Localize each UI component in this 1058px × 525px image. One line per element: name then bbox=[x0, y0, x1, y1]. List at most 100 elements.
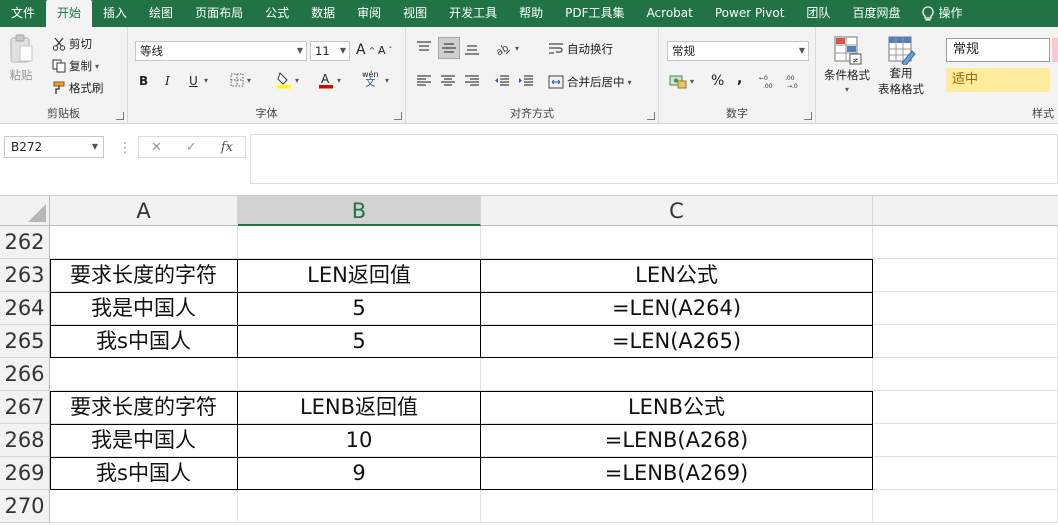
row-header[interactable]: 266 bbox=[0, 358, 50, 391]
cell-a[interactable]: 我s中国人 bbox=[50, 325, 238, 358]
cell-b[interactable]: LEN返回值 bbox=[238, 259, 481, 292]
cell-d[interactable] bbox=[873, 259, 1058, 292]
cell-b[interactable]: 10 bbox=[238, 424, 481, 457]
column-header-d[interactable] bbox=[873, 196, 1058, 226]
tab-review[interactable]: 审阅 bbox=[346, 0, 392, 27]
tab-view[interactable]: 视图 bbox=[392, 0, 438, 27]
tab-draw[interactable]: 绘图 bbox=[138, 0, 184, 27]
row-header[interactable]: 264 bbox=[0, 292, 50, 325]
orientation-button[interactable]: ab ▾ bbox=[494, 40, 519, 56]
cancel-entry-button[interactable]: ✕ bbox=[151, 140, 162, 155]
cell-b[interactable]: LENB返回值 bbox=[238, 391, 481, 424]
borders-button[interactable]: ▾ bbox=[230, 73, 251, 87]
paste-button[interactable]: 粘贴 bbox=[8, 33, 34, 83]
tab-page-layout[interactable]: 页面布局 bbox=[184, 0, 254, 27]
italic-button[interactable]: I bbox=[165, 74, 170, 88]
phonetic-guide-button[interactable]: wén 文 bbox=[362, 70, 379, 89]
tab-data[interactable]: 数据 bbox=[300, 0, 346, 27]
row-header[interactable]: 265 bbox=[0, 325, 50, 358]
column-header-c[interactable]: C bbox=[481, 196, 873, 226]
tab-formulas[interactable]: 公式 bbox=[254, 0, 300, 27]
fill-color-button[interactable]: ▾ bbox=[276, 71, 299, 89]
row-header[interactable]: 269 bbox=[0, 457, 50, 490]
cut-button[interactable]: 剪切 bbox=[52, 36, 92, 52]
cell-c[interactable]: =LEN(A265) bbox=[481, 325, 873, 358]
cell-c[interactable]: LENB公式 bbox=[481, 391, 873, 424]
decrease-indent-button[interactable] bbox=[494, 74, 510, 88]
align-bottom-button[interactable] bbox=[464, 41, 480, 55]
row-header[interactable]: 268 bbox=[0, 424, 50, 457]
column-header-a[interactable]: A bbox=[50, 196, 238, 226]
cell-d[interactable] bbox=[873, 325, 1058, 358]
insert-function-button[interactable]: fx bbox=[221, 140, 233, 155]
conditional-formatting-button[interactable]: ≠ 条件格式 ▾ bbox=[824, 35, 870, 94]
cell-c[interactable]: =LENB(A268) bbox=[481, 424, 873, 457]
cell-b[interactable]: 9 bbox=[238, 457, 481, 490]
clipboard-dialog-launcher[interactable] bbox=[116, 112, 124, 120]
column-header-b[interactable]: B bbox=[238, 196, 481, 226]
row-header[interactable]: 263 bbox=[0, 259, 50, 292]
style-bad-swatch[interactable] bbox=[1052, 38, 1058, 62]
increase-decimal-button[interactable]: ←0.00 bbox=[759, 73, 779, 89]
accounting-format-button[interactable]: ▾ bbox=[669, 73, 694, 89]
confirm-entry-button[interactable]: ✓ bbox=[186, 140, 197, 155]
align-center-button[interactable] bbox=[440, 74, 456, 88]
tab-file[interactable]: 文件 bbox=[0, 0, 46, 27]
increase-indent-button[interactable] bbox=[518, 74, 534, 88]
cell-a[interactable] bbox=[50, 490, 238, 523]
cell-d[interactable] bbox=[873, 424, 1058, 457]
tab-developer[interactable]: 开发工具 bbox=[438, 0, 508, 27]
alignment-dialog-launcher[interactable] bbox=[647, 112, 655, 120]
font-color-button[interactable]: A ▾ bbox=[318, 71, 341, 89]
cell-a[interactable]: 我是中国人 bbox=[50, 292, 238, 325]
cell-c[interactable]: =LENB(A269) bbox=[481, 457, 873, 490]
style-normal[interactable]: 常规 bbox=[946, 38, 1050, 62]
tab-acrobat[interactable]: Acrobat bbox=[636, 0, 704, 27]
tab-team[interactable]: 团队 bbox=[795, 0, 841, 27]
tab-help[interactable]: 帮助 bbox=[508, 0, 554, 27]
decrease-decimal-button[interactable]: .00 →.0 bbox=[785, 73, 805, 89]
phonetic-dropdown[interactable]: ▾ bbox=[385, 76, 389, 85]
wrap-text-button[interactable]: 自动换行 bbox=[548, 41, 613, 57]
font-name-select[interactable]: 等线 ▼ bbox=[135, 41, 307, 61]
cell-c[interactable]: LEN公式 bbox=[481, 259, 873, 292]
align-right-button[interactable] bbox=[464, 74, 480, 88]
align-top-button[interactable] bbox=[416, 41, 432, 55]
decrease-font-size-button[interactable]: Aˇ bbox=[378, 44, 393, 57]
tab-tell-me[interactable]: 操作 bbox=[911, 0, 973, 27]
tab-baidu-netdisk[interactable]: 百度网盘 bbox=[841, 0, 911, 27]
align-middle-button[interactable] bbox=[438, 37, 460, 59]
cell-b[interactable] bbox=[238, 358, 481, 391]
underline-button[interactable]: U bbox=[189, 74, 198, 88]
style-neutral[interactable]: 适中 bbox=[946, 68, 1050, 92]
cell-c[interactable] bbox=[481, 490, 873, 523]
tab-home[interactable]: 开始 bbox=[46, 0, 93, 27]
format-as-table-button[interactable]: 套用 表格格式 bbox=[878, 35, 924, 97]
number-dialog-launcher[interactable] bbox=[804, 112, 812, 120]
cell-d[interactable] bbox=[873, 391, 1058, 424]
merge-center-button[interactable]: 合并后居中 ▾ bbox=[548, 74, 632, 90]
tab-pdf-tools[interactable]: PDF工具集 bbox=[554, 0, 635, 27]
cell-a[interactable]: 要求长度的字符 bbox=[50, 391, 238, 424]
cell-d[interactable] bbox=[873, 457, 1058, 490]
select-all-button[interactable] bbox=[0, 196, 50, 226]
bold-button[interactable]: B bbox=[139, 74, 148, 88]
cell-d[interactable] bbox=[873, 490, 1058, 523]
cell-a[interactable]: 要求长度的字符 bbox=[50, 259, 238, 292]
row-header[interactable]: 267 bbox=[0, 391, 50, 424]
cell-a[interactable]: 我s中国人 bbox=[50, 457, 238, 490]
cell-b[interactable] bbox=[238, 226, 481, 259]
font-size-select[interactable]: 11 ▼ bbox=[310, 41, 350, 61]
tab-power-pivot[interactable]: Power Pivot bbox=[704, 0, 796, 27]
percent-style-button[interactable]: % bbox=[711, 73, 724, 89]
cell-d[interactable] bbox=[873, 226, 1058, 259]
cell-b[interactable]: 5 bbox=[238, 325, 481, 358]
cell-a[interactable]: 我是中国人 bbox=[50, 424, 238, 457]
cell-b[interactable] bbox=[238, 490, 481, 523]
comma-style-button[interactable]: , bbox=[737, 71, 742, 87]
tab-insert[interactable]: 插入 bbox=[92, 0, 138, 27]
align-left-button[interactable] bbox=[416, 74, 432, 88]
formula-input[interactable] bbox=[250, 134, 1058, 184]
format-painter-button[interactable]: 格式刷 bbox=[52, 80, 104, 96]
cell-c[interactable]: =LEN(A264) bbox=[481, 292, 873, 325]
